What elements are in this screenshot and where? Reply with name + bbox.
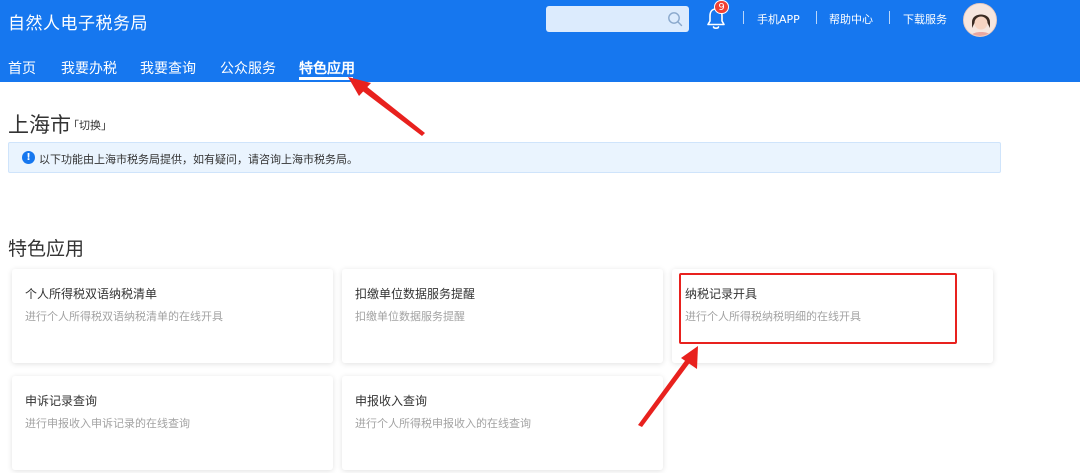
nav-item-public-services[interactable]: 公众服务	[220, 58, 276, 78]
nav-item-home[interactable]: 首页	[8, 58, 36, 78]
card-description: 进行个人所得税申报收入的在线查询	[355, 417, 531, 430]
card-description: 扣缴单位数据服务提醒	[355, 310, 465, 323]
info-icon: !	[22, 151, 35, 164]
mobile-app-link[interactable]: 手机APP	[757, 11, 800, 27]
annotation-arrow-to-nav	[348, 77, 425, 136]
top-header: 自然人电子税务局 9 手机APP 帮助中心 下载服务 首页 我要办税 我要查询 …	[0, 0, 1080, 82]
card-description: 进行申报收入申诉记录的在线查询	[25, 417, 190, 430]
card-title: 个人所得税双语纳税清单	[25, 287, 158, 301]
active-tab-indicator	[299, 77, 353, 80]
download-service-link[interactable]: 下载服务	[903, 11, 947, 27]
user-avatar-icon	[964, 4, 996, 36]
app-card-bilingual-tax-list[interactable]: 个人所得税双语纳税清单 进行个人所得税双语纳税清单的在线开具	[12, 269, 333, 363]
card-title: 扣缴单位数据服务提醒	[355, 287, 476, 301]
nav-item-inquiry[interactable]: 我要查询	[140, 58, 196, 78]
nav-item-tax-filing[interactable]: 我要办税	[61, 58, 117, 78]
switch-city-link[interactable]: 「切换」	[68, 117, 112, 133]
app-card-withholding-reminder[interactable]: 扣缴单位数据服务提醒 扣缴单位数据服务提醒	[342, 269, 663, 363]
nav-item-featured-apps[interactable]: 特色应用	[299, 58, 355, 78]
card-title: 申诉记录查询	[25, 394, 98, 408]
notification-badge: 9	[714, 0, 729, 14]
card-title: 申报收入查询	[355, 394, 428, 408]
section-title: 特色应用	[8, 238, 85, 260]
search-icon[interactable]	[667, 11, 683, 27]
city-name: 上海市	[8, 113, 71, 137]
card-description: 进行个人所得税双语纳税清单的在线开具	[25, 310, 223, 323]
header-divider	[743, 11, 744, 24]
avatar[interactable]	[963, 3, 997, 37]
search-box[interactable]	[546, 6, 689, 32]
header-divider	[889, 11, 890, 24]
annotation-highlight-box	[679, 273, 957, 344]
header-divider	[816, 11, 817, 24]
search-input[interactable]	[546, 6, 661, 32]
notice-banner: ! 以下功能由上海市税务局提供，如有疑问，请咨询上海市税务局。	[8, 142, 1001, 173]
help-center-link[interactable]: 帮助中心	[829, 11, 873, 27]
app-card-appeal-record-query[interactable]: 申诉记录查询 进行申报收入申诉记录的在线查询	[12, 376, 333, 470]
notice-text: 以下功能由上海市税务局提供，如有疑问，请咨询上海市税务局。	[39, 153, 358, 166]
app-card-income-query[interactable]: 申报收入查询 进行个人所得税申报收入的在线查询	[342, 376, 663, 470]
app-title[interactable]: 自然人电子税务局	[8, 9, 148, 34]
